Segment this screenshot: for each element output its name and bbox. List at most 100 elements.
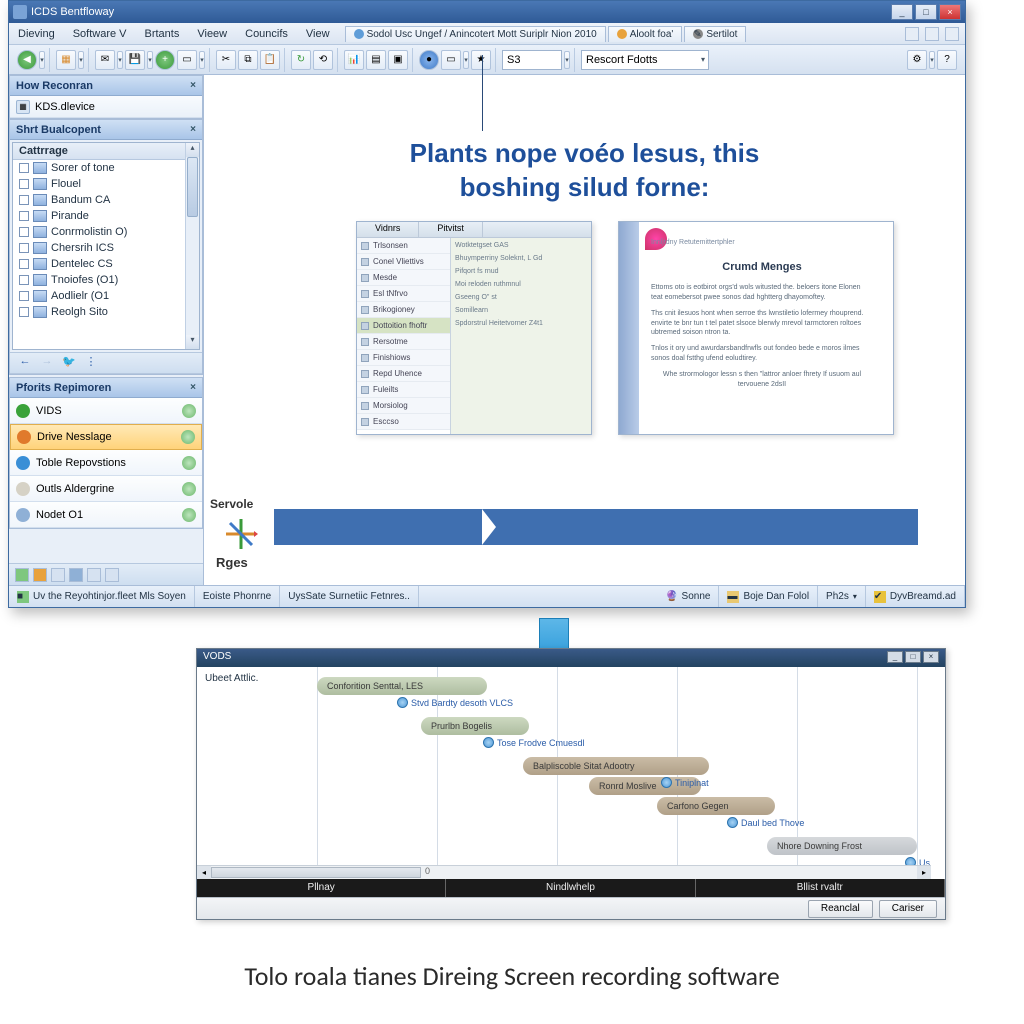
panel-reconran-header[interactable]: How Reconran ×: [10, 76, 202, 96]
grid-drop[interactable]: ▾: [78, 51, 84, 69]
minimize-button[interactable]: _: [891, 4, 913, 20]
page-icon[interactable]: ▭: [177, 50, 197, 70]
gantt-item[interactable]: Stvd Bardty desoth VLCS: [397, 697, 513, 708]
report-row[interactable]: Nodet O1: [10, 502, 202, 528]
gantt-max-button[interactable]: □: [905, 651, 921, 663]
scroll-left-icon[interactable]: ◂: [197, 866, 211, 879]
panel-repimoren-header[interactable]: Pforits Repimoren ×: [10, 378, 202, 398]
layout-icon[interactable]: ▣: [388, 50, 408, 70]
scroll-hthumb[interactable]: [211, 867, 421, 878]
menu-view[interactable]: View: [297, 23, 339, 45]
panel-reconran-row[interactable]: ▦ KDS.dlevice: [10, 96, 202, 118]
doc-tab-1[interactable]: Sodol Usc Ungef / Anincotert Mott Suripl…: [345, 26, 606, 42]
nav-back-drop[interactable]: ▾: [39, 51, 45, 69]
help-icon[interactable]: ?: [937, 50, 957, 70]
checkbox[interactable]: [19, 291, 29, 301]
sf-icon-2[interactable]: [33, 568, 47, 582]
gantt-hscrollbar[interactable]: ◂ 0 ▸: [197, 865, 931, 879]
report-row[interactable]: Outls Aldergrine: [10, 476, 202, 502]
gantt-min-button[interactable]: _: [887, 651, 903, 663]
tree-scrollbar[interactable]: ▴ ▾: [185, 143, 199, 349]
panel-bualcopent-header[interactable]: Shrt Bualcopent ×: [10, 120, 202, 140]
tree-item[interactable]: Dentelec CS: [13, 256, 199, 272]
tree-item[interactable]: Aodlielr (O1: [13, 288, 199, 304]
tree-item[interactable]: Chersrih ICS: [13, 240, 199, 256]
aux-icon-2[interactable]: [925, 27, 939, 41]
menu-councifs[interactable]: Councifs: [236, 23, 297, 45]
tree-item[interactable]: Bandum CA: [13, 192, 199, 208]
cariser-button[interactable]: Cariser: [879, 900, 937, 918]
reanclal-button[interactable]: Reanclal: [808, 900, 873, 918]
sf-icon-1[interactable]: [15, 568, 29, 582]
gantt-item[interactable]: Tose Frodve Cmuesdl: [483, 737, 585, 748]
menu-brtants[interactable]: Brtants: [136, 23, 189, 45]
filter-combo[interactable]: Rescort Fdotts: [581, 50, 709, 70]
scroll-down-icon[interactable]: ▾: [186, 335, 199, 349]
checkbox[interactable]: [19, 243, 29, 253]
checkbox[interactable]: [19, 195, 29, 205]
timeline-bar[interactable]: [274, 509, 918, 545]
checkbox[interactable]: [19, 211, 29, 221]
gantt-item[interactable]: Daul bed Thove: [727, 817, 804, 828]
close-button[interactable]: ×: [939, 4, 961, 20]
checkbox[interactable]: [19, 307, 29, 317]
timeline-marker[interactable]: [482, 55, 483, 131]
copy-icon[interactable]: ⧉: [238, 50, 258, 70]
nav-more-icon[interactable]: ⋮: [82, 355, 100, 371]
doc-tab-2[interactable]: Aloolt foa': [608, 26, 683, 42]
nav-next-icon[interactable]: →: [38, 355, 56, 371]
gantt-close-button[interactable]: ×: [923, 651, 939, 663]
menu-vieew[interactable]: Vieew: [188, 23, 236, 45]
close-icon[interactable]: ×: [190, 124, 196, 135]
mail-icon[interactable]: ✉: [95, 50, 115, 70]
sf-icon-5[interactable]: [87, 568, 101, 582]
tree-item[interactable]: Reolgh Sito: [13, 304, 199, 320]
gear-icon[interactable]: ⚙: [907, 50, 927, 70]
star-icon[interactable]: ★: [471, 50, 491, 70]
cut-icon[interactable]: ✂: [216, 50, 236, 70]
close-icon[interactable]: ×: [190, 382, 196, 393]
scroll-thumb[interactable]: [187, 157, 198, 217]
doc-tab-3[interactable]: ✎Sertilot: [684, 26, 746, 42]
maximize-button[interactable]: □: [915, 4, 937, 20]
save-icon[interactable]: 💾: [125, 50, 145, 70]
gantt-item[interactable]: Carfono Gegen: [657, 797, 775, 815]
report-row[interactable]: Toble Repovstions: [10, 450, 202, 476]
tree-item[interactable]: Tnoiofes (O1): [13, 272, 199, 288]
sf-icon-4[interactable]: [69, 568, 83, 582]
nav-bird-icon[interactable]: 🐦: [60, 355, 78, 371]
checkbox[interactable]: [19, 259, 29, 269]
close-icon[interactable]: ×: [190, 80, 196, 91]
report-row[interactable]: Drive Nesslage: [10, 424, 202, 450]
menu-software[interactable]: Software V: [64, 23, 136, 45]
nav-prev-icon[interactable]: ←: [16, 355, 34, 371]
checkbox[interactable]: [19, 179, 29, 189]
chart-icon[interactable]: 📊: [344, 50, 364, 70]
gantt-item[interactable]: Tiniplnat: [661, 777, 709, 788]
sync-icon[interactable]: ⟲: [313, 50, 333, 70]
doc-icon[interactable]: ▭: [441, 50, 461, 70]
aux-icon-3[interactable]: [945, 27, 959, 41]
scroll-up-icon[interactable]: ▴: [186, 143, 199, 157]
gantt-item[interactable]: Nhore Downing Frost: [767, 837, 917, 855]
gantt-item[interactable]: Prurlbn Bogelis: [421, 717, 529, 735]
nav-back-button[interactable]: ◀: [17, 50, 37, 70]
tree-item[interactable]: Pirande: [13, 208, 199, 224]
checkbox[interactable]: [19, 163, 29, 173]
gantt-canvas[interactable]: Ubeet Attlic. Conforition Senttal, LESSt…: [197, 667, 945, 879]
gantt-item[interactable]: Balpliscoble Sitat Adootry: [523, 757, 709, 775]
menu-dieving[interactable]: Dieving: [9, 23, 64, 45]
tree-item[interactable]: Flouel: [13, 176, 199, 192]
sf-icon-6[interactable]: [105, 568, 119, 582]
scroll-right-icon[interactable]: ▸: [917, 866, 931, 879]
checkbox[interactable]: [19, 275, 29, 285]
add-icon[interactable]: +: [155, 50, 175, 70]
paste-icon[interactable]: 📋: [260, 50, 280, 70]
sf-icon-3[interactable]: [51, 568, 65, 582]
grid-icon[interactable]: ▦: [56, 50, 76, 70]
globe-icon[interactable]: ●: [419, 50, 439, 70]
refresh-icon[interactable]: ↻: [291, 50, 311, 70]
checkbox[interactable]: [19, 227, 29, 237]
tree-item[interactable]: Sorer of tone: [13, 160, 199, 176]
report-row[interactable]: VIDS: [10, 398, 202, 424]
